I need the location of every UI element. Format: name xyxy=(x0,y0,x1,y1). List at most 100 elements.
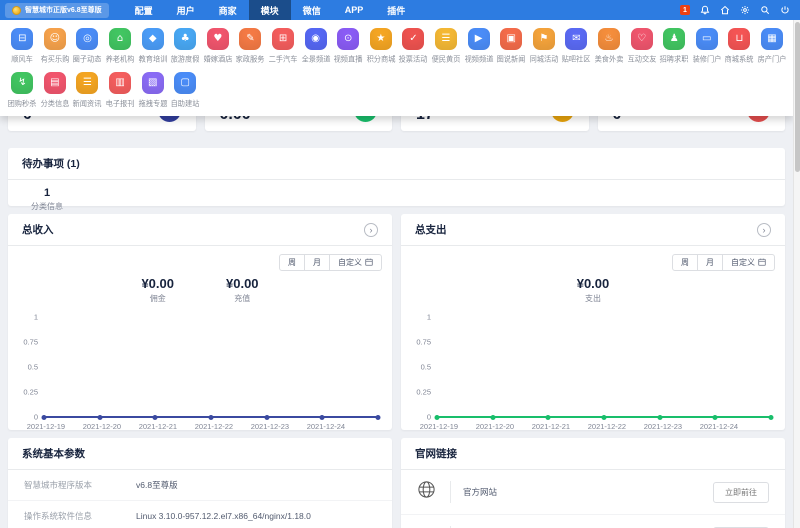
module-label: 新闻资讯 xyxy=(73,99,102,108)
megamenu-item[interactable]: ♥ 婚嫁酒店 xyxy=(202,28,235,65)
range-custom-button[interactable]: 自定义 xyxy=(722,254,775,271)
megamenu-item[interactable]: ▢ 自助建站 xyxy=(169,72,202,109)
megamenu-item[interactable]: ⊔ 商城系统 xyxy=(723,28,756,65)
todo-count: 1 xyxy=(43,187,51,199)
megamenu-item[interactable]: ♨ 美食外卖 xyxy=(593,28,626,65)
megamenu-item[interactable]: ☺ 有买乐购 xyxy=(39,28,72,65)
system-params-header: 系统基本参数 xyxy=(8,438,392,470)
megamenu-item[interactable]: ⊞ 二手汽车 xyxy=(267,28,300,65)
megamenu-item[interactable]: ✉ 贴吧社区 xyxy=(560,28,593,65)
medal-icon xyxy=(12,5,21,15)
expense-x-axis: 2021-12-19 2021-12-20 2021-12-21 2021-12-22… xyxy=(420,422,773,433)
module-icon: ⌂ xyxy=(109,28,132,50)
home-icon[interactable] xyxy=(719,5,730,16)
module-icon: ▥ xyxy=(109,72,132,94)
nav-item-wechat[interactable]: 微信 xyxy=(291,0,333,20)
income-series-line xyxy=(41,414,381,420)
table-row: 操作系统软件信息 Linux 3.10.0-957.12.2.el7.x86_6… xyxy=(8,501,392,528)
x-tick: 2021-12-23 xyxy=(250,422,290,431)
param-value: v6.8至尊版 xyxy=(136,480,178,490)
range-custom-button[interactable]: 自定义 xyxy=(329,254,382,271)
scrollbar-thumb[interactable] xyxy=(795,22,800,172)
megamenu-item[interactable]: ☰ 新闻资讯 xyxy=(71,72,104,109)
megamenu-item[interactable]: ◉ 全景频道 xyxy=(299,28,332,65)
module-label: 电子报刊 xyxy=(105,99,135,108)
module-icon: ▦ xyxy=(760,28,783,50)
megamenu-item[interactable]: ▣ 图说新闻 xyxy=(495,28,528,65)
megamenu-item[interactable]: ☰ 便民黄页 xyxy=(430,28,463,65)
y-tick: 0.5 xyxy=(27,362,38,372)
module-label: 顺风车 xyxy=(11,55,34,64)
search-icon[interactable] xyxy=(759,5,770,16)
module-icon: ◎ xyxy=(76,28,99,50)
module-icon: ★ xyxy=(369,28,392,50)
top-navbar: 智慧城市正版v6.8至尊版 配置 用户 商家 模块 微信 APP 插件 1 xyxy=(0,0,800,20)
bottom-row: 系统基本参数 智慧城市程序版本 v6.8至尊版 操作系统软件信息 Linux 3… xyxy=(8,438,785,528)
chevron-right-icon[interactable]: › xyxy=(364,222,378,237)
nav-item-config[interactable]: 配置 xyxy=(123,0,165,20)
megamenu-item[interactable]: ⌂ 养老机构 xyxy=(104,28,137,65)
nav-item-users[interactable]: 用户 xyxy=(165,0,207,20)
megamenu-item[interactable]: ⊟ 顺风车 xyxy=(6,28,39,65)
megamenu-item[interactable]: ⚑ 同城活动 xyxy=(528,28,561,65)
value-block: ¥0.00 充值 xyxy=(226,276,259,304)
power-icon[interactable] xyxy=(779,5,790,16)
nav-item-merchants[interactable]: 商家 xyxy=(207,0,249,20)
megamenu-item[interactable]: ♣ 旅游度假 xyxy=(169,28,202,65)
megamenu-item[interactable]: ▭ 装修门户 xyxy=(690,28,723,65)
link-row: 官方网站 立即前往 xyxy=(401,470,785,515)
megamenu-item[interactable]: ▶ 视频频道 xyxy=(462,28,495,65)
main-nav: 配置 用户 商家 模块 微信 APP 插件 xyxy=(123,0,418,20)
megamenu-item[interactable]: ◎ 圈子动态 xyxy=(71,28,104,65)
module-label: 全景频道 xyxy=(301,55,331,64)
megamenu-item[interactable]: ★ 积分商城 xyxy=(365,28,398,65)
megamenu-item[interactable]: ▤ 分类信息 xyxy=(39,72,72,109)
commission-amount: ¥0.00 xyxy=(141,276,174,291)
link-label: 官方网站 xyxy=(463,487,498,497)
modules-megamenu: ⊟ 顺风车 ☺ 有买乐购 ◎ 圈子动态 ⌂ 养老机构 ◆ 教育培训 ♣ 旅游度假… xyxy=(0,20,793,116)
megamenu-item[interactable]: ♡ 互动交友 xyxy=(625,28,658,65)
module-icon: ⚑ xyxy=(532,28,555,50)
range-week-button[interactable]: 周 xyxy=(279,254,305,271)
nav-item-plugins[interactable]: 插件 xyxy=(375,0,417,20)
megamenu-item[interactable]: ↯ 团购秒杀 xyxy=(6,72,39,109)
module-label: 视频直播 xyxy=(333,55,363,64)
megamenu-item[interactable]: ◆ 教育培训 xyxy=(136,28,169,65)
module-icon: ▢ xyxy=(174,72,197,94)
vertical-scrollbar[interactable] xyxy=(793,20,800,528)
app-logo[interactable]: 智慧城市正版v6.8至尊版 xyxy=(5,2,109,18)
megamenu-item[interactable]: ✎ 家政服务 xyxy=(234,28,267,65)
nav-item-modules[interactable]: 模块 xyxy=(248,0,291,20)
module-icon: ▭ xyxy=(695,28,718,50)
range-month-button[interactable]: 月 xyxy=(304,254,330,271)
income-plot: 1 0.75 0.5 0.25 0 xyxy=(18,313,381,422)
module-label: 图说新闻 xyxy=(496,55,526,64)
module-label: 有买乐购 xyxy=(40,55,70,64)
nav-item-app[interactable]: APP xyxy=(333,0,376,20)
expense-range-bar: 周 月 自定义 xyxy=(401,246,785,271)
range-week-button[interactable]: 周 xyxy=(672,254,698,271)
module-label: 旅游度假 xyxy=(170,55,200,64)
module-icon: ⊟ xyxy=(11,28,34,50)
x-tick: 2021-12-24 xyxy=(699,422,739,431)
megamenu-item[interactable]: ⊙ 视频直播 xyxy=(332,28,365,65)
range-month-button[interactable]: 月 xyxy=(697,254,723,271)
gear-icon[interactable] xyxy=(739,5,750,16)
megamenu-item[interactable]: ✓ 投票活动 xyxy=(397,28,430,65)
chevron-right-icon[interactable]: › xyxy=(757,222,771,237)
megamenu-item[interactable]: ▦ 房产门户 xyxy=(756,28,789,65)
expense-chart-header: 总支出 › xyxy=(401,214,785,246)
param-label: 智慧城市程序版本 xyxy=(24,480,93,490)
module-icon: ↯ xyxy=(11,72,34,94)
x-tick: 2021-12-20 xyxy=(82,422,122,431)
system-params-table: 智慧城市程序版本 v6.8至尊版 操作系统软件信息 Linux 3.10.0-9… xyxy=(8,470,392,528)
megamenu-item[interactable]: ♟ 招聘求职 xyxy=(658,28,691,65)
recharge-label: 充值 xyxy=(234,294,251,303)
bell-icon[interactable] xyxy=(699,5,710,16)
module-icon: ▶ xyxy=(467,28,490,50)
module-icon: ◉ xyxy=(304,28,327,50)
megamenu-item[interactable]: ▥ 电子报刊 xyxy=(104,72,137,109)
x-tick: 2021-12-21 xyxy=(531,422,571,431)
go-now-button[interactable]: 立即前往 xyxy=(713,481,769,503)
megamenu-item[interactable]: ▧ 拖拽专题 xyxy=(136,72,169,109)
